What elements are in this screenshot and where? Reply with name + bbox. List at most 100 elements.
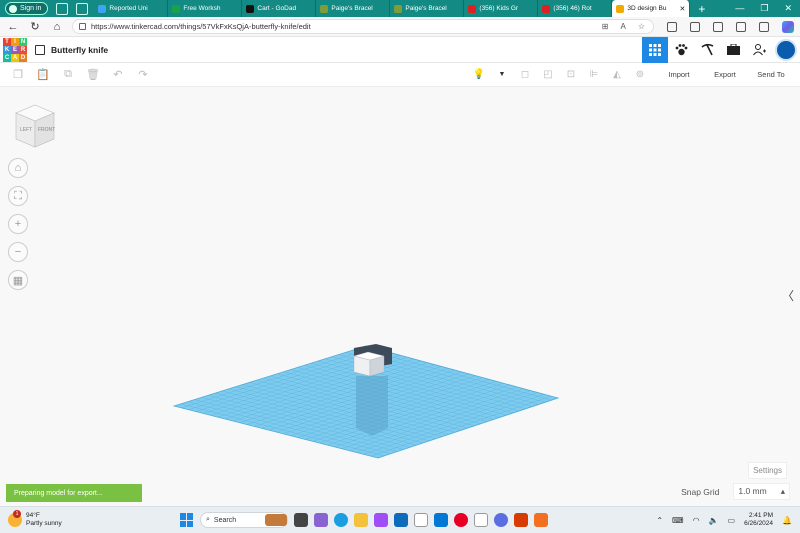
- dropdown-arrow-icon[interactable]: ▼: [495, 68, 509, 82]
- duplicate-icon[interactable]: ⧉: [61, 68, 75, 82]
- cruise-icon[interactable]: ⊚: [633, 68, 647, 82]
- light-bulb-icon[interactable]: 💡: [472, 68, 486, 82]
- browser-tab[interactable]: Reported Uni: [94, 0, 169, 17]
- sign-in-button[interactable]: Sign in: [5, 2, 49, 15]
- align-icon[interactable]: ⊫: [587, 68, 601, 82]
- copy-icon[interactable]: ❐: [11, 68, 25, 82]
- browser-tab[interactable]: Paige's Bracel: [390, 0, 465, 17]
- design-list-icon[interactable]: [35, 44, 45, 55]
- browser-tab[interactable]: (356) 46) Rot: [538, 0, 613, 17]
- snap-grid-label: Snap Grid: [681, 486, 720, 497]
- snap-grid-value: 1.0 mm: [738, 486, 767, 496]
- photos-icon[interactable]: [494, 513, 508, 527]
- tab-label: Free Worksh: [183, 5, 221, 12]
- minimize-icon[interactable]: —: [735, 3, 744, 14]
- favorites-icon[interactable]: [690, 21, 700, 32]
- settings-more-icon[interactable]: [759, 21, 769, 32]
- collections-icon[interactable]: [713, 21, 723, 32]
- clock[interactable]: 2:41 PM 6/26/2024: [744, 512, 773, 528]
- browser-tab[interactable]: 3D design Bu ✕: [612, 0, 691, 17]
- teams-icon[interactable]: [314, 513, 328, 527]
- battery-icon[interactable]: ▭: [728, 516, 736, 525]
- redo-icon[interactable]: ↷: [136, 68, 150, 82]
- notification-bell-icon[interactable]: 🔔: [782, 516, 792, 525]
- keyboard-icon[interactable]: ⌨: [672, 516, 684, 525]
- sim-lab-button[interactable]: [720, 37, 746, 63]
- weather-widget[interactable]: 1 94°F Partly sunny: [8, 510, 62, 528]
- settings-button[interactable]: Settings: [748, 462, 787, 479]
- favorite-star-icon[interactable]: ☆: [638, 22, 645, 31]
- blocks-view-button[interactable]: [668, 37, 694, 63]
- speaker-icon[interactable]: 🔈: [709, 516, 719, 525]
- browser-tab[interactable]: Cart - GoDad: [242, 0, 317, 17]
- logo-letter-tile: T: [3, 37, 11, 46]
- group-icon[interactable]: ◰: [541, 68, 555, 82]
- wikipedia-icon[interactable]: [474, 513, 488, 527]
- tab-label: Cart - GoDad: [257, 5, 297, 12]
- snap-grid-select[interactable]: 1.0 mm ▴: [733, 483, 790, 500]
- undo-icon[interactable]: ↶: [111, 68, 125, 82]
- file-explorer-icon[interactable]: [354, 513, 368, 527]
- wifi-icon[interactable]: ◠: [693, 516, 700, 525]
- app-available-icon[interactable]: ⊞: [602, 22, 609, 31]
- copilot-icon[interactable]: [782, 20, 794, 33]
- show-hidden-icons-chevron-icon[interactable]: ⌃: [656, 516, 663, 525]
- extensions-icon[interactable]: [736, 21, 746, 32]
- bricks-view-button[interactable]: [694, 37, 720, 63]
- sign-in-label: Sign in: [20, 5, 42, 12]
- 3d-design-view-button[interactable]: [642, 36, 668, 63]
- taskbar-search[interactable]: ⌕ Search: [200, 512, 288, 528]
- fit-view-button[interactable]: ⛶: [8, 186, 28, 206]
- zoom-in-button[interactable]: +: [8, 214, 28, 234]
- browser-tab[interactable]: (356) Kids Gr: [464, 0, 539, 17]
- send-to-button[interactable]: Send To: [748, 70, 794, 79]
- home-icon[interactable]: ⌂: [48, 21, 66, 33]
- design-title[interactable]: Butterfly knife: [51, 45, 108, 55]
- delete-icon[interactable]: 🗑: [86, 68, 100, 82]
- view-cube[interactable]: LEFT FRONT: [12, 103, 58, 149]
- pinterest-icon[interactable]: [454, 513, 468, 527]
- paste-icon[interactable]: 📋: [36, 68, 50, 82]
- browser-tab[interactable]: Free Worksh: [168, 0, 243, 17]
- workplane[interactable]: LEFT FRONT ⌂ ⛶ + − ▦ 〈 Settings Snap Gri…: [0, 87, 800, 506]
- tab-label: Paige's Bracel: [331, 5, 373, 12]
- user-avatar[interactable]: [775, 38, 797, 61]
- maximize-icon[interactable]: ❐: [760, 3, 768, 14]
- work-plane-grid[interactable]: [170, 342, 562, 462]
- browser-tab[interactable]: Paige's Bracel: [316, 0, 391, 17]
- export-button[interactable]: Export: [702, 70, 748, 79]
- workspaces-icon[interactable]: [56, 2, 69, 15]
- windows-taskbar: 1 94°F Partly sunny ⌕ Search ⌃ ⌨ ◠ 🔈 ▭ 2…: [0, 506, 800, 533]
- tab-favicon-icon: [394, 4, 403, 13]
- url-field[interactable]: https://www.tinkercad.com/things/57VkFxK…: [72, 19, 654, 34]
- snip-icon[interactable]: [534, 513, 548, 527]
- tab-close-icon[interactable]: ✕: [680, 5, 686, 13]
- tab-actions-icon[interactable]: [76, 2, 89, 15]
- zoom-out-button[interactable]: −: [8, 242, 28, 262]
- split-screen-icon[interactable]: [667, 21, 677, 32]
- new-tab-button[interactable]: +: [698, 2, 705, 16]
- copilot-app-icon[interactable]: [374, 513, 388, 527]
- office-icon[interactable]: [514, 513, 528, 527]
- logo-letter-tile: A: [11, 53, 19, 62]
- start-button-windows-icon[interactable]: [180, 513, 194, 527]
- minus-icon: −: [14, 246, 22, 258]
- refresh-icon[interactable]: ↻: [26, 20, 44, 33]
- home-view-button[interactable]: ⌂: [8, 158, 28, 178]
- collapse-panel-chevron-icon[interactable]: 〈: [782, 287, 794, 304]
- edge-icon[interactable]: [334, 513, 348, 527]
- close-icon[interactable]: ✕: [784, 3, 792, 14]
- mirror-icon[interactable]: ◭: [610, 68, 624, 82]
- ortho-view-button[interactable]: ▦: [8, 270, 28, 290]
- task-view-icon[interactable]: [294, 513, 308, 527]
- mail-icon[interactable]: [394, 513, 408, 527]
- tinkercad-logo[interactable]: TINKERCAD: [3, 37, 27, 62]
- read-aloud-icon[interactable]: A: [620, 22, 625, 31]
- note-icon[interactable]: ◻: [518, 68, 532, 82]
- ungroup-icon[interactable]: ⊡: [564, 68, 578, 82]
- add-user-button[interactable]: [746, 37, 772, 63]
- back-icon[interactable]: ←: [4, 21, 22, 33]
- import-button[interactable]: Import: [656, 70, 702, 79]
- amazon-icon[interactable]: [414, 513, 428, 527]
- store-icon[interactable]: [434, 513, 448, 527]
